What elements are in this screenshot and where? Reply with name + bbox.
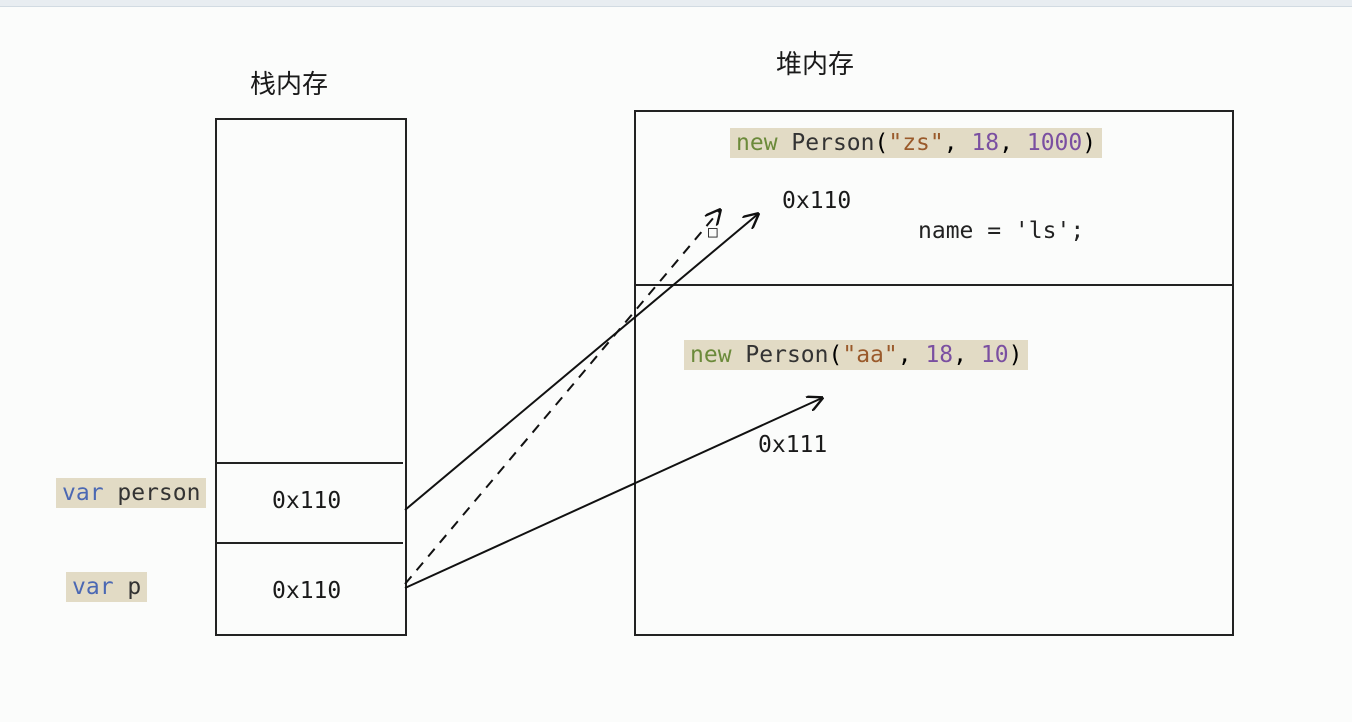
heap-obj1-addr: 0x110	[782, 188, 851, 214]
class-name: Person	[745, 342, 828, 368]
arg-num: 18	[925, 342, 953, 368]
handle-glyph: □	[708, 222, 718, 241]
var-keyword: var	[72, 574, 114, 600]
var-p-name: p	[114, 574, 142, 600]
kw-new: new	[690, 342, 732, 368]
stack-slot-2-value: 0x110	[272, 578, 341, 604]
var-person-chip: var person	[56, 478, 206, 508]
stack-slot-1-value: 0x110	[272, 488, 341, 514]
var-person-name: person	[104, 480, 201, 506]
heap-title: 堆内存	[776, 44, 854, 81]
heap-divider	[634, 284, 1234, 286]
kw-new: new	[736, 130, 778, 156]
arg-string: "zs"	[888, 130, 943, 156]
heap-box	[634, 110, 1234, 636]
arg-num: 10	[981, 342, 1009, 368]
heap-obj2-addr: 0x111	[758, 432, 827, 458]
arg-num: 18	[971, 130, 999, 156]
heap-obj1-code: new Person("zs", 18, 1000)	[730, 128, 1102, 158]
heap-obj1-mutation: name = 'ls';	[918, 218, 1084, 244]
heap-obj2-code: new Person("aa", 18, 10)	[684, 340, 1028, 370]
stack-divider-2	[215, 542, 403, 544]
var-keyword: var	[62, 480, 104, 506]
arg-string: "aa"	[842, 342, 897, 368]
diagram-canvas: 栈内存 堆内存 0x110 0x110 var person var p new…	[0, 0, 1352, 722]
stack-title: 栈内存	[250, 64, 328, 101]
var-p-chip: var p	[66, 572, 147, 602]
stack-divider-1	[215, 462, 403, 464]
arg-num: 1000	[1027, 130, 1082, 156]
class-name: Person	[791, 130, 874, 156]
stack-box	[215, 118, 407, 636]
